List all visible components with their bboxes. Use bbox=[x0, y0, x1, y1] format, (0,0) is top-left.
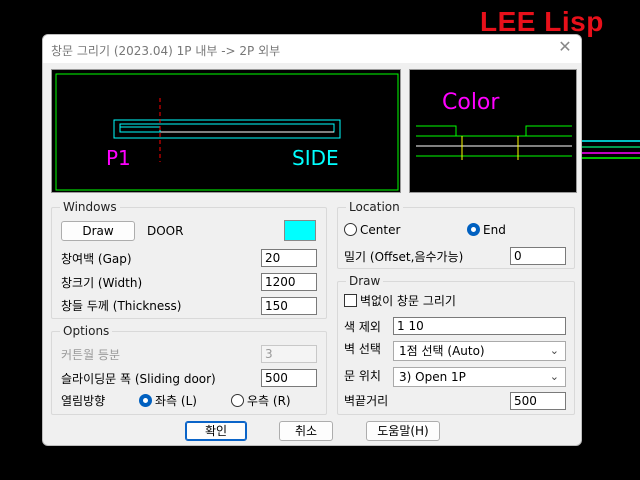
location-end-label[interactable]: End bbox=[483, 222, 506, 238]
gap-input[interactable]: 20 bbox=[261, 249, 317, 267]
open-left-label[interactable]: 좌측 (L) bbox=[155, 393, 197, 409]
preview-left-drawing bbox=[55, 73, 399, 191]
thickness-input[interactable]: 150 bbox=[261, 297, 317, 315]
door-position-value: 3) Open 1P bbox=[399, 370, 466, 384]
curtain-wall-label: 커튼월 등분 bbox=[61, 348, 121, 362]
options-group-title: Options bbox=[60, 324, 113, 338]
windows-group-title: Windows bbox=[60, 200, 120, 214]
chevron-down-icon: ⌄ bbox=[549, 344, 559, 357]
wall-end-distance-label: 벽끝거리 bbox=[344, 394, 389, 408]
exclude-color-input[interactable]: 1 10 bbox=[393, 317, 566, 335]
wall-end-distance-input[interactable]: 500 bbox=[510, 392, 566, 410]
window-dialog: 창문 그리기 (2023.04) 1P 내부 -> 2P 외부 ✕ P1 SID… bbox=[42, 34, 582, 446]
width-input[interactable]: 1200 bbox=[261, 273, 317, 291]
sliding-door-input[interactable]: 500 bbox=[261, 369, 317, 387]
cancel-button[interactable]: 취소 bbox=[279, 421, 333, 441]
help-button[interactable]: 도움말(H) bbox=[366, 421, 440, 441]
thickness-label: 창들 두께 (Thickness) bbox=[61, 299, 182, 313]
location-center-radio[interactable] bbox=[344, 223, 357, 236]
location-center-label[interactable]: Center bbox=[360, 222, 400, 238]
gap-label: 창여백 (Gap) bbox=[61, 252, 132, 266]
door-position-label: 문 위치 bbox=[344, 369, 381, 383]
open-right-label[interactable]: 우측 (R) bbox=[247, 393, 291, 409]
chevron-down-icon: ⌄ bbox=[549, 370, 559, 383]
location-group-title: Location bbox=[346, 200, 403, 214]
preview-color[interactable]: Color bbox=[409, 69, 577, 193]
preview-color-label: Color bbox=[442, 90, 500, 115]
exclude-color-label: 색 제외 bbox=[344, 320, 381, 334]
dialog-title: 창문 그리기 (2023.04) 1P 내부 -> 2P 외부 bbox=[51, 44, 281, 58]
title-bar: 창문 그리기 (2023.04) 1P 내부 -> 2P 외부 ✕ bbox=[43, 35, 581, 63]
draw-button[interactable]: Draw bbox=[61, 221, 135, 241]
draw-group-title: Draw bbox=[346, 274, 384, 288]
open-direction-label: 열림방향 bbox=[61, 394, 106, 408]
width-label: 창크기 (Width) bbox=[61, 276, 143, 290]
offset-input[interactable]: 0 bbox=[510, 247, 566, 265]
preview-left: P1 SIDE bbox=[51, 69, 401, 193]
curtain-wall-input: 3 bbox=[261, 345, 317, 363]
no-wall-label[interactable]: 벽없이 창문 그리기 bbox=[360, 293, 456, 309]
offset-label: 밀기 (Offset,음수가능) bbox=[344, 250, 464, 264]
close-icon[interactable]: ✕ bbox=[557, 39, 573, 55]
wall-select-value: 1점 선택 (Auto) bbox=[399, 344, 485, 358]
door-type-label: DOOR bbox=[147, 224, 184, 238]
background-cad-lines bbox=[582, 140, 640, 159]
no-wall-checkbox[interactable] bbox=[344, 294, 357, 307]
color-swatch[interactable] bbox=[284, 220, 316, 241]
wall-select-dropdown[interactable]: 1점 선택 (Auto) ⌄ bbox=[393, 341, 566, 361]
preview-color-drawing bbox=[416, 125, 572, 160]
sliding-door-label: 슬라이딩문 폭 (Sliding door) bbox=[61, 372, 216, 386]
door-position-dropdown[interactable]: 3) Open 1P ⌄ bbox=[393, 367, 566, 387]
preview-label-side: SIDE bbox=[292, 146, 339, 170]
open-left-radio[interactable] bbox=[139, 394, 152, 407]
location-end-radio[interactable] bbox=[467, 223, 480, 236]
ok-button[interactable]: 확인 bbox=[185, 421, 247, 441]
preview-label-p1: P1 bbox=[106, 146, 131, 170]
open-right-radio[interactable] bbox=[231, 394, 244, 407]
wall-select-label: 벽 선택 bbox=[344, 342, 381, 356]
